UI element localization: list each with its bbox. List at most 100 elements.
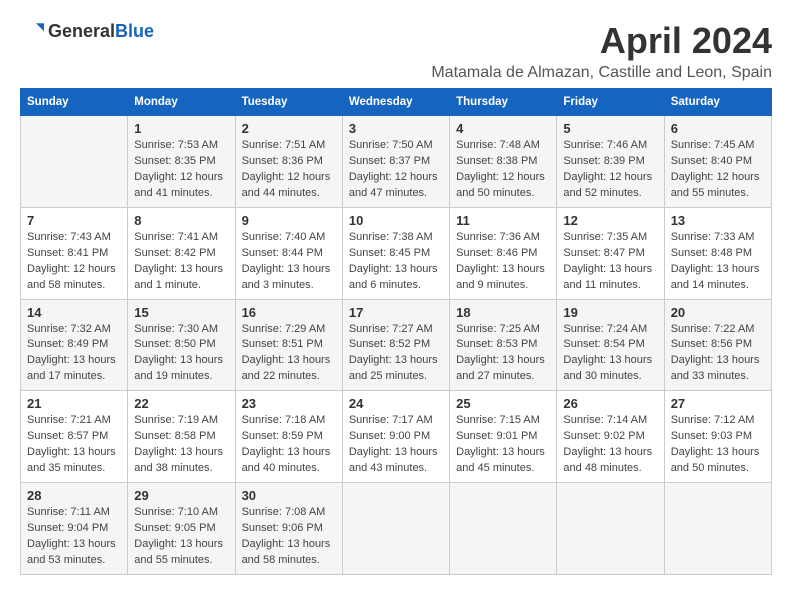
calendar-table: SundayMondayTuesdayWednesdayThursdayFrid… [20, 88, 772, 575]
calendar-cell [342, 483, 449, 575]
logo-general: GeneralBlue [48, 22, 154, 42]
calendar-cell: 10Sunrise: 7:38 AM Sunset: 8:45 PM Dayli… [342, 207, 449, 299]
calendar-cell: 14 Sunrise: 7:32 AM Sunset: 8:49 PM Dayli… [21, 299, 128, 391]
day-info: Sunrise: 7:15 AM Sunset: 9:01 PM Dayligh… [456, 413, 550, 477]
calendar-cell [664, 483, 771, 575]
day-number: 16 [242, 305, 336, 320]
calendar-cell: 30 Sunrise: 7:08 AM Sunset: 9:06 PM Dayli… [235, 483, 342, 575]
day-number: 25 [456, 396, 550, 411]
day-number: 20 [671, 305, 765, 320]
calendar-cell: 16 Sunrise: 7:29 AM Sunset: 8:51 PM Dayli… [235, 299, 342, 391]
calendar-cell: 26Sunrise: 7:14 AM Sunset: 9:02 PM Dayli… [557, 391, 664, 483]
day-number: 22 [134, 396, 228, 411]
calendar-cell: 18 Sunrise: 7:25 AM Sunset: 8:53 PM Dayli… [450, 299, 557, 391]
calendar-cell [450, 483, 557, 575]
day-number: 7 [27, 213, 121, 228]
calendar-cell [557, 483, 664, 575]
day-info: Sunrise: 7:19 AM Sunset: 8:58 PM Dayligh… [134, 413, 228, 477]
calendar-cell: 9Sunrise: 7:40 AM Sunset: 8:44 PM Daylig… [235, 207, 342, 299]
calendar-cell: 7 Sunrise: 7:43 AM Sunset: 8:41 PM Daylig… [21, 207, 128, 299]
day-info: Sunrise: 7:43 AM Sunset: 8:41 PM Dayligh… [27, 230, 121, 294]
calendar-cell: 23 Sunrise: 7:18 AM Sunset: 8:59 PM Dayli… [235, 391, 342, 483]
week-row-2: 7 Sunrise: 7:43 AM Sunset: 8:41 PM Daylig… [21, 207, 772, 299]
week-row-5: 28 Sunrise: 7:11 AM Sunset: 9:04 PM Dayli… [21, 483, 772, 575]
day-info: Sunrise: 7:36 AM Sunset: 8:46 PM Dayligh… [456, 230, 550, 294]
day-info: Sunrise: 7:08 AM Sunset: 9:06 PM Dayligh… [242, 505, 336, 569]
day-info: Sunrise: 7:21 AM Sunset: 8:57 PM Dayligh… [27, 413, 121, 477]
calendar-cell: 24Sunrise: 7:17 AM Sunset: 9:00 PM Dayli… [342, 391, 449, 483]
header-cell-friday: Friday [557, 89, 664, 116]
day-info: Sunrise: 7:24 AM Sunset: 8:54 PM Dayligh… [563, 322, 657, 386]
day-info: Sunrise: 7:27 AM Sunset: 8:52 PM Dayligh… [349, 322, 443, 386]
calendar-cell: 17 Sunrise: 7:27 AM Sunset: 8:52 PM Dayli… [342, 299, 449, 391]
logo-icon [20, 20, 44, 44]
day-number: 18 [456, 305, 550, 320]
day-number: 28 [27, 488, 121, 503]
header-cell-sunday: Sunday [21, 89, 128, 116]
day-info: Sunrise: 7:29 AM Sunset: 8:51 PM Dayligh… [242, 322, 336, 386]
calendar-cell: 8 Sunrise: 7:41 AM Sunset: 8:42 PM Daylig… [128, 207, 235, 299]
day-number: 5 [563, 121, 657, 136]
day-number: 10 [349, 213, 443, 228]
day-info: Sunrise: 7:53 AM Sunset: 8:35 PM Dayligh… [134, 138, 228, 202]
day-info: Sunrise: 7:10 AM Sunset: 9:05 PM Dayligh… [134, 505, 228, 569]
day-number: 6 [671, 121, 765, 136]
day-info: Sunrise: 7:50 AM Sunset: 8:37 PM Dayligh… [349, 138, 443, 202]
week-row-1: 1 Sunrise: 7:53 AM Sunset: 8:35 PM Daylig… [21, 116, 772, 208]
day-info: Sunrise: 7:32 AM Sunset: 8:49 PM Dayligh… [27, 322, 121, 386]
calendar-cell: 25 Sunrise: 7:15 AM Sunset: 9:01 PM Dayli… [450, 391, 557, 483]
calendar-cell: 27 Sunrise: 7:12 AM Sunset: 9:03 PM Dayli… [664, 391, 771, 483]
day-info: Sunrise: 7:46 AM Sunset: 8:39 PM Dayligh… [563, 138, 657, 202]
day-number: 11 [456, 213, 550, 228]
calendar-cell: 12Sunrise: 7:35 AM Sunset: 8:47 PM Dayli… [557, 207, 664, 299]
day-number: 30 [242, 488, 336, 503]
day-number: 19 [563, 305, 657, 320]
day-number: 13 [671, 213, 765, 228]
calendar-header: SundayMondayTuesdayWednesdayThursdayFrid… [21, 89, 772, 116]
calendar-cell: 2Sunrise: 7:51 AM Sunset: 8:36 PM Daylig… [235, 116, 342, 208]
calendar-cell: 11 Sunrise: 7:36 AM Sunset: 8:46 PM Dayli… [450, 207, 557, 299]
calendar-cell: 15 Sunrise: 7:30 AM Sunset: 8:50 PM Dayli… [128, 299, 235, 391]
calendar-cell: 13 Sunrise: 7:33 AM Sunset: 8:48 PM Dayli… [664, 207, 771, 299]
header-cell-saturday: Saturday [664, 89, 771, 116]
day-number: 26 [563, 396, 657, 411]
day-number: 23 [242, 396, 336, 411]
calendar-cell: 1 Sunrise: 7:53 AM Sunset: 8:35 PM Daylig… [128, 116, 235, 208]
title-area: April 2024 Matamala de Almazan, Castille… [431, 20, 772, 82]
day-info: Sunrise: 7:11 AM Sunset: 9:04 PM Dayligh… [27, 505, 121, 569]
day-number: 24 [349, 396, 443, 411]
day-number: 9 [242, 213, 336, 228]
day-number: 1 [134, 121, 228, 136]
calendar-cell: 3 Sunrise: 7:50 AM Sunset: 8:37 PM Daylig… [342, 116, 449, 208]
day-info: Sunrise: 7:25 AM Sunset: 8:53 PM Dayligh… [456, 322, 550, 386]
calendar-cell: 6Sunrise: 7:45 AM Sunset: 8:40 PM Daylig… [664, 116, 771, 208]
week-row-3: 14 Sunrise: 7:32 AM Sunset: 8:49 PM Dayli… [21, 299, 772, 391]
day-info: Sunrise: 7:48 AM Sunset: 8:38 PM Dayligh… [456, 138, 550, 202]
day-number: 3 [349, 121, 443, 136]
calendar-body: 1 Sunrise: 7:53 AM Sunset: 8:35 PM Daylig… [21, 116, 772, 575]
subtitle: Matamala de Almazan, Castille and Leon, … [431, 64, 772, 82]
calendar-cell: 28 Sunrise: 7:11 AM Sunset: 9:04 PM Dayli… [21, 483, 128, 575]
day-info: Sunrise: 7:30 AM Sunset: 8:50 PM Dayligh… [134, 322, 228, 386]
logo: GeneralBlue [20, 20, 154, 44]
day-number: 8 [134, 213, 228, 228]
day-info: Sunrise: 7:22 AM Sunset: 8:56 PM Dayligh… [671, 322, 765, 386]
day-info: Sunrise: 7:35 AM Sunset: 8:47 PM Dayligh… [563, 230, 657, 294]
day-number: 14 [27, 305, 121, 320]
day-number: 17 [349, 305, 443, 320]
header: GeneralBlue April 2024 Matamala de Almaz… [20, 20, 772, 82]
day-info: Sunrise: 7:41 AM Sunset: 8:42 PM Dayligh… [134, 230, 228, 294]
day-number: 15 [134, 305, 228, 320]
day-info: Sunrise: 7:12 AM Sunset: 9:03 PM Dayligh… [671, 413, 765, 477]
calendar-cell: 4Sunrise: 7:48 AM Sunset: 8:38 PM Daylig… [450, 116, 557, 208]
header-cell-tuesday: Tuesday [235, 89, 342, 116]
day-number: 2 [242, 121, 336, 136]
calendar-cell: 20 Sunrise: 7:22 AM Sunset: 8:56 PM Dayli… [664, 299, 771, 391]
day-number: 21 [27, 396, 121, 411]
calendar-cell: 29Sunrise: 7:10 AM Sunset: 9:05 PM Dayli… [128, 483, 235, 575]
calendar-cell: 21 Sunrise: 7:21 AM Sunset: 8:57 PM Dayli… [21, 391, 128, 483]
day-info: Sunrise: 7:33 AM Sunset: 8:48 PM Dayligh… [671, 230, 765, 294]
day-number: 27 [671, 396, 765, 411]
day-info: Sunrise: 7:18 AM Sunset: 8:59 PM Dayligh… [242, 413, 336, 477]
header-row: SundayMondayTuesdayWednesdayThursdayFrid… [21, 89, 772, 116]
